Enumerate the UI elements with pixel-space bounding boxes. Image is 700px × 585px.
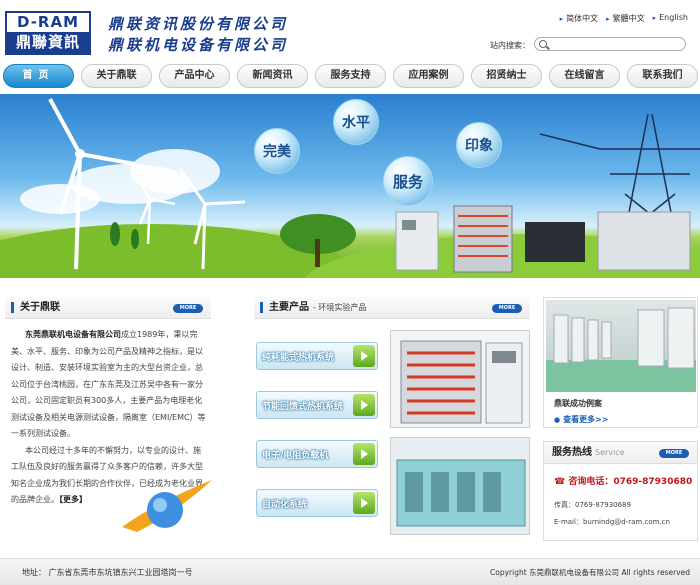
nav-cases[interactable]: 应用案例: [393, 64, 464, 88]
product-label: 纯耗能式热机系统: [262, 353, 335, 363]
about-paragraph-1-text: 成立1989年，秉以完美、水平、服务、印象为公司产品及精神之指标，是以设计、制造…: [11, 330, 206, 438]
about-paragraph-1: 东莞鼎联机电设备有限公司成立1989年，秉以完美、水平、服务、印象为公司产品及精…: [11, 327, 207, 443]
about-more-link[interactable]: 【更多】: [59, 495, 87, 504]
product-label: 电子/电阻负载机: [262, 451, 329, 461]
about-title: 关于鼎联: [11, 302, 60, 313]
nav-jobs[interactable]: 招贤纳士: [471, 64, 542, 88]
hotline-more-button[interactable]: MORE: [659, 449, 689, 458]
nav-news[interactable]: 新闻资讯: [237, 64, 308, 88]
product-image-1[interactable]: [390, 330, 530, 428]
products-title: 主要产品 - 环境实验产品: [260, 302, 366, 313]
product-button-2[interactable]: 节能回馈式热机系统: [256, 391, 378, 419]
main-nav: 首页 关于鼎联 产品中心 新闻资讯 服务支持 应用案例 招贤纳士 在线留言 联系…: [0, 64, 700, 90]
about-header: 关于鼎联 MORE: [5, 297, 211, 319]
hotline-section: 服务热线 Service MORE ☎ 咨询电话：0769-87930680 传真…: [543, 441, 698, 541]
logo[interactable]: D-RAM 鼎聯資訊: [5, 11, 91, 55]
hotline-phone: ☎ 咨询电话：0769-87930680: [554, 474, 692, 487]
footer-copyright: Copyright 东莞鼎联机电设备有限公司 All rights reserv…: [490, 568, 690, 577]
search-input[interactable]: [534, 37, 686, 51]
footer: 地址： 广东省东莞市东坑镇东兴工业园塔岗一号 Copyright 东莞鼎联机电设…: [0, 558, 700, 585]
arrow-right-icon: [353, 394, 375, 416]
hotline-fax: 传真：0769-87930689: [554, 501, 631, 509]
about-more-button[interactable]: MORE: [173, 304, 203, 313]
hotline-phone-label: 咨询电话：: [568, 477, 614, 487]
hero-banner: 完美 水平 服务 印象: [0, 94, 700, 278]
bubble-level: 水平: [333, 99, 379, 145]
search-icon[interactable]: [539, 40, 547, 48]
case-photo[interactable]: [546, 300, 696, 392]
product-label: 自动化系统: [262, 500, 308, 510]
search-label: 站内搜索：: [490, 41, 530, 50]
product-label: 节能回馈式热机系统: [262, 402, 344, 412]
nav-service[interactable]: 服务支持: [315, 64, 386, 88]
globe-icon: [122, 480, 212, 532]
hotline-title-en: Service: [595, 448, 625, 457]
products-header: 主要产品 - 环境实验产品 MORE: [254, 297, 530, 319]
hotline-email[interactable]: E-mail：burnindg@d-ram.com.cn: [554, 517, 670, 527]
hotline-title-text: 服务热线: [552, 447, 592, 458]
logo-text-bottom: 鼎聯資訊: [7, 32, 89, 53]
nav-contact[interactable]: 联系我们: [627, 64, 698, 88]
language-switcher: 简体中文 繁體中文 English: [560, 13, 688, 24]
about-section: 关于鼎联 MORE 东莞鼎联机电设备有限公司成立1989年，秉以完美、水平、服务…: [5, 297, 212, 537]
cases-title: 鼎联成功例案: [554, 399, 602, 408]
wind-turbine-icon: [48, 98, 246, 270]
company-name-2: 鼎联机电设备有限公司: [108, 36, 289, 54]
cases-section: 鼎联成功例案 查看更多>>: [543, 297, 698, 428]
arrow-right-icon: [353, 345, 375, 367]
bubble-impression: 印象: [456, 122, 502, 168]
nav-about[interactable]: 关于鼎联: [81, 64, 152, 88]
logo-text-top: D-RAM: [7, 13, 89, 32]
hotline-phone-number: 0769-87930680: [613, 477, 693, 487]
factory-floor-image: [546, 307, 696, 392]
products-more-button[interactable]: MORE: [492, 304, 522, 313]
bubble-service: 服务: [383, 156, 433, 206]
bubble-perfect: 完美: [254, 128, 300, 174]
company-name-1: 鼎联资讯股份有限公司: [108, 15, 289, 33]
phone-icon: ☎: [554, 477, 569, 487]
product-button-1[interactable]: 纯耗能式热机系统: [256, 342, 378, 370]
lang-simplified-link[interactable]: 简体中文: [560, 13, 598, 24]
product-button-3[interactable]: 电子/电阻负载机: [256, 440, 378, 468]
lang-traditional-link[interactable]: 繁體中文: [606, 13, 645, 24]
test-chamber-image: [391, 438, 529, 534]
arrow-right-icon: [353, 443, 375, 465]
hotline-title: 服务热线 Service: [550, 447, 625, 458]
arrow-right-icon: [353, 492, 375, 514]
cases-more-link[interactable]: 查看更多>>: [554, 414, 608, 425]
about-company-name: 东莞鼎联机电设备有限公司: [25, 330, 121, 339]
header: D-RAM 鼎聯資訊 鼎联资讯股份有限公司 鼎联机电设备有限公司 简体中文 繁體…: [0, 0, 700, 62]
nav-products[interactable]: 产品中心: [159, 64, 230, 88]
hotline-header: 服务热线 Service MORE: [544, 442, 697, 464]
products-section: 主要产品 - 环境实验产品 MORE 纯耗能式热机系统 节能回馈式热机系统 电子/…: [254, 297, 530, 541]
product-image-2[interactable]: [390, 437, 530, 535]
equipment-cabinet-icon: [395, 205, 691, 273]
footer-address: 地址： 广东省东莞市东坑镇东兴工业园塔岗一号: [22, 568, 193, 577]
products-subtitle: - 环境实验产品: [313, 303, 367, 312]
nav-home[interactable]: 首页: [3, 64, 74, 88]
nav-message[interactable]: 在线留言: [549, 64, 620, 88]
tree-icon: [110, 214, 356, 267]
product-button-4[interactable]: 自动化系统: [256, 489, 378, 517]
burn-in-rack-image: [400, 340, 523, 424]
products-title-text: 主要产品: [269, 302, 309, 313]
lang-english-link[interactable]: English: [653, 13, 688, 24]
